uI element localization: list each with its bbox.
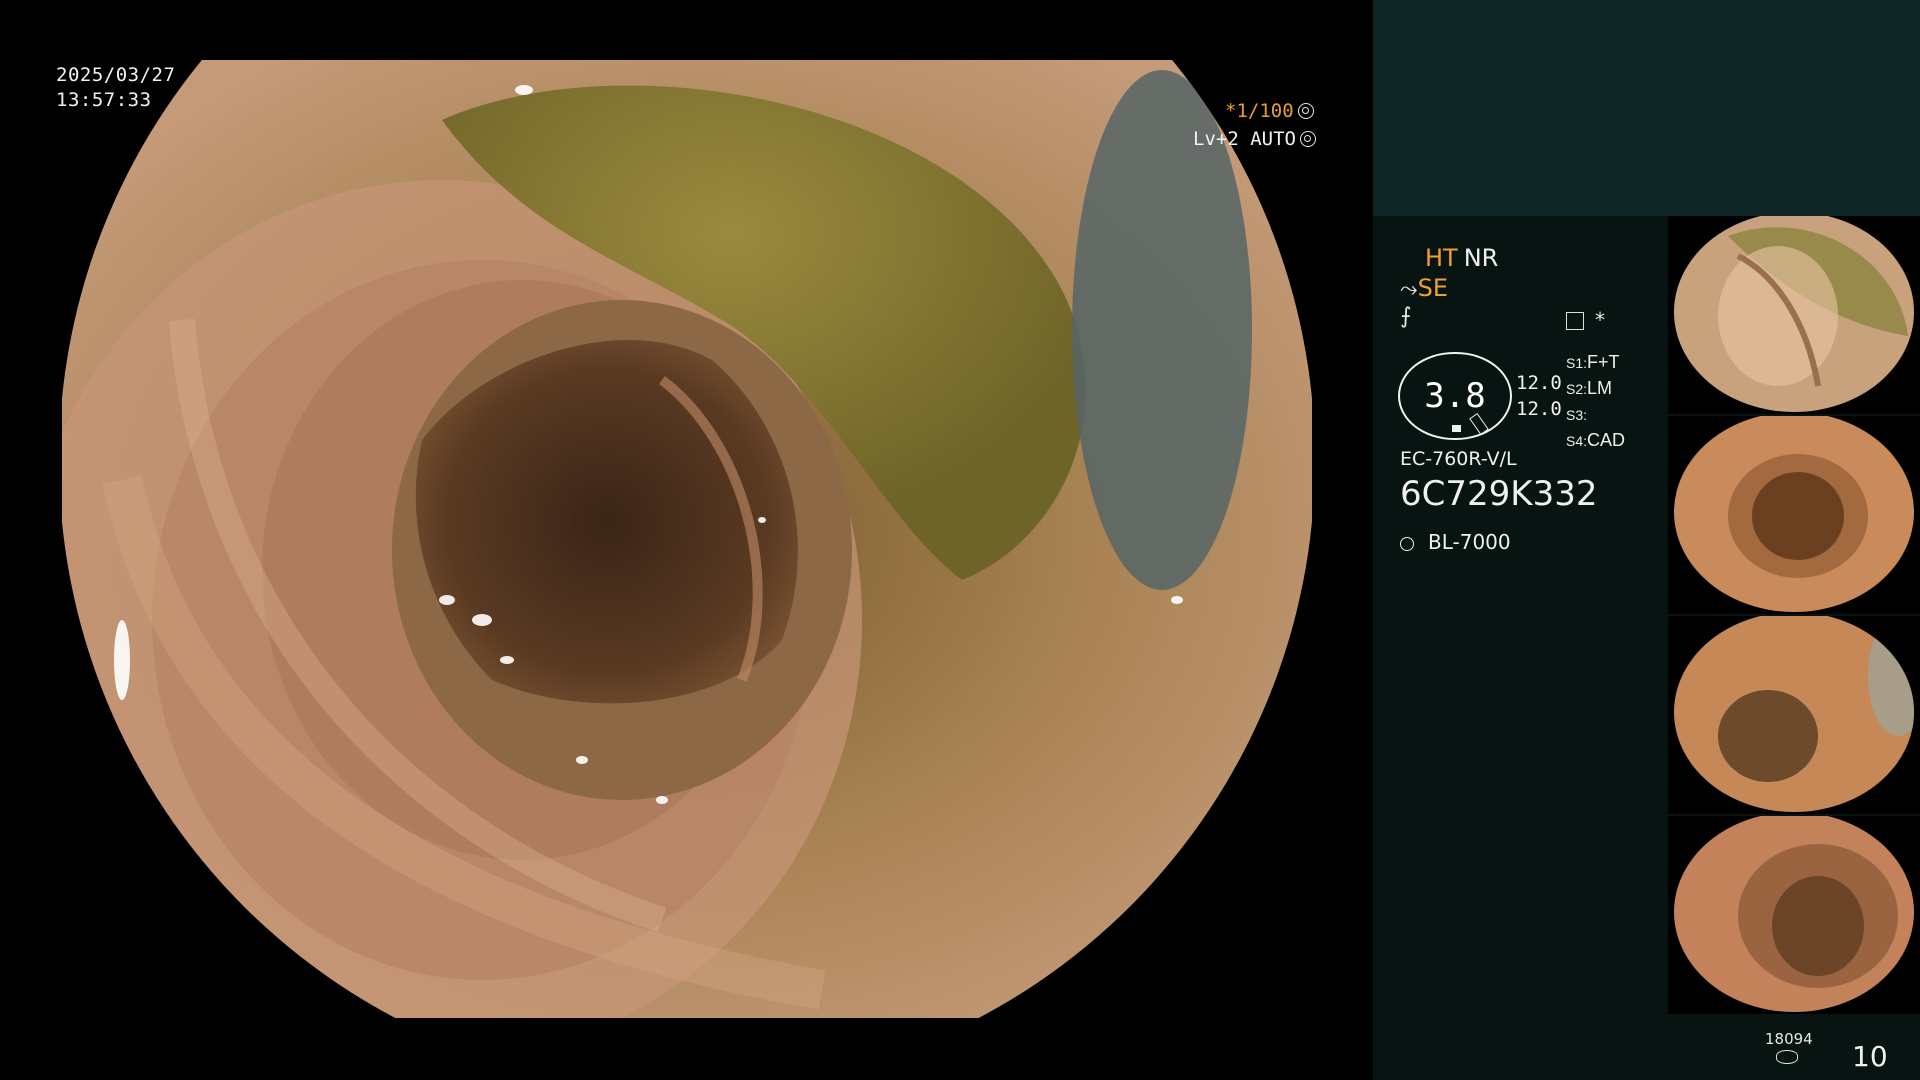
brightness-indicator: Lv+2 AUTO — [1193, 128, 1372, 150]
enhancement-modes: HT NR — [1425, 244, 1498, 272]
capture-thumbnails — [1668, 216, 1920, 1016]
endoscopic-image — [62, 60, 1312, 1018]
thumbnail-4[interactable] — [1668, 816, 1920, 1014]
thumbnail-2[interactable] — [1668, 416, 1920, 614]
scope-serial: 6C729K332 — [1400, 474, 1598, 514]
light-source-model: BL-7000 — [1428, 530, 1511, 554]
setting-value-2: 12.0 — [1516, 398, 1562, 420]
switch-row: S4:CAD — [1566, 428, 1625, 454]
switch-row: S1:F+T — [1566, 350, 1625, 376]
thumbnail-3[interactable] — [1668, 616, 1920, 814]
panel-header-area — [1373, 0, 1920, 216]
aperture-icon — [1297, 103, 1314, 119]
switch-assignments: S1:F+T S2:LM S3: S4:CAD — [1566, 350, 1625, 454]
switch-row: S2:LM — [1566, 376, 1625, 402]
enhancement-curve-icon: ⤳ — [1400, 277, 1418, 302]
switch-key: S3: — [1566, 407, 1588, 423]
switch-key: S4: — [1566, 433, 1588, 449]
switch-value: F+T — [1587, 352, 1620, 372]
zoom-value: 3.8 — [1424, 376, 1486, 416]
switch-row: S3: — [1566, 402, 1625, 428]
brightness-level: Lv+2 AUTO — [1193, 128, 1296, 150]
setting-value-1: 12.0 — [1516, 372, 1562, 394]
shutter-value: *1/100 — [1225, 100, 1294, 122]
settings-indicators: * — [1566, 308, 1606, 332]
endoscope-view-area: 2025/03/27 13:57:33 *1/100 Lv+2 AUTO — [0, 0, 1372, 1080]
pen-icon — [1469, 412, 1489, 436]
scope-model: EC-760R-V/L — [1400, 448, 1517, 470]
switch-value: LM — [1587, 378, 1613, 398]
iris-icon — [1299, 131, 1316, 147]
nr-label: NR — [1463, 244, 1499, 272]
structure-enhancement: ⤳SE — [1400, 274, 1448, 302]
switch-key: S1: — [1566, 355, 1588, 371]
switch-key: S2: — [1566, 381, 1588, 397]
exam-time: 13:57:33 — [56, 89, 152, 111]
menu-box-icon — [1566, 312, 1584, 330]
light-source: BL-7000 — [1400, 530, 1511, 554]
image-counter: 18094 — [1765, 1030, 1813, 1048]
storage-disk-icon — [1776, 1050, 1798, 1064]
ht-label: HT — [1425, 244, 1458, 272]
asterisk-indicator: * — [1594, 308, 1607, 332]
shutter-indicator: *1/100 — [1225, 100, 1372, 122]
thumbnail-1[interactable] — [1668, 216, 1920, 414]
zoom-dial: 3.8 — [1398, 352, 1512, 440]
switch-value: CAD — [1587, 430, 1626, 450]
page-number: 10 — [1852, 1040, 1888, 1073]
light-bulb-icon — [1400, 537, 1414, 551]
gamma-icon: ⨍ — [1400, 304, 1412, 329]
dial-marker — [1452, 425, 1461, 432]
exam-date: 2025/03/27 — [56, 64, 176, 86]
se-label: SE — [1417, 274, 1449, 302]
